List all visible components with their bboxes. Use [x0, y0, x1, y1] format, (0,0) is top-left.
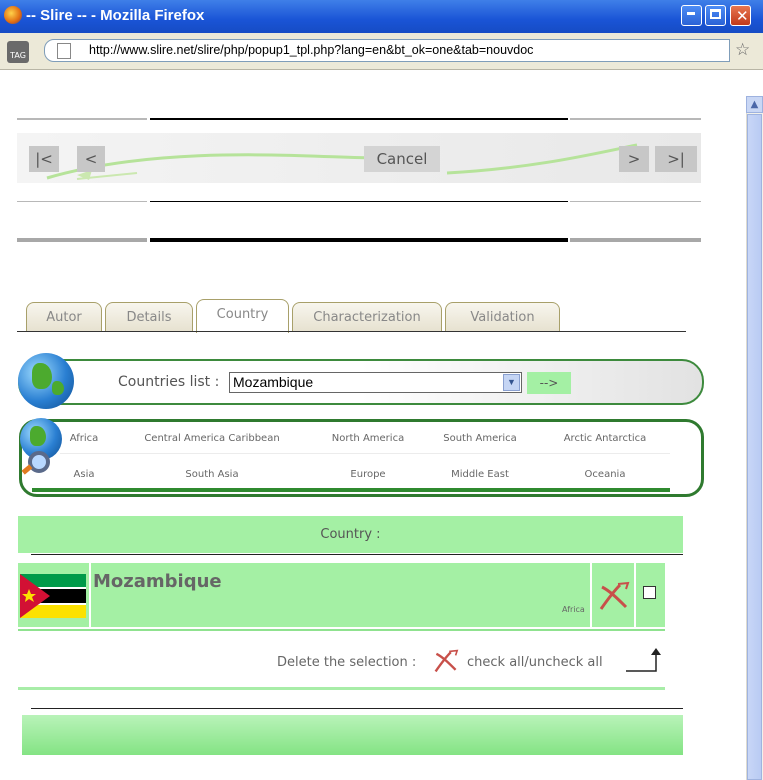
region-south-america[interactable]: South America [425, 433, 535, 444]
scrollbar-thumb[interactable] [747, 114, 762, 780]
region-oceania[interactable]: Oceania [545, 469, 665, 480]
mozambique-flag-icon [20, 574, 86, 618]
divider [31, 554, 683, 555]
tab-underline [17, 331, 686, 332]
divider [570, 201, 701, 202]
navigation-toolbar: TAG http://www.slire.net/slire/php/popup… [0, 33, 763, 70]
cancel-button[interactable]: Cancel [364, 146, 440, 172]
footer-bar [22, 715, 683, 755]
divider [17, 118, 147, 120]
cell-separator [89, 563, 91, 627]
delete-selection-label: Delete the selection : [277, 655, 417, 670]
url-text[interactable]: http://www.slire.net/slire/php/popup1_tp… [89, 43, 533, 57]
regions-bottom-bar [32, 488, 670, 492]
globe-icon [18, 353, 74, 409]
divider [150, 118, 568, 120]
divider [31, 708, 683, 709]
countries-list-label: Countries list : [118, 374, 220, 390]
country-region: Africa [562, 605, 585, 614]
region-arctic-antarctica[interactable]: Arctic Antarctica [545, 433, 665, 444]
region-europe[interactable]: Europe [318, 469, 418, 480]
regions-divider [60, 453, 670, 454]
window-titlebar[interactable]: -- Slire -- - Mozilla Firefox ✕ [0, 0, 763, 33]
tab-autor[interactable]: Autor [26, 302, 102, 332]
check-all-toggle[interactable]: check all/uncheck all [467, 655, 603, 670]
page-icon [57, 43, 71, 59]
scroll-up-button[interactable]: ▲ [746, 96, 763, 113]
regions-panel [19, 419, 704, 497]
window-title: -- Slire -- - Mozilla Firefox [26, 7, 205, 24]
chevron-down-icon[interactable]: ▼ [503, 374, 520, 391]
divider [570, 238, 701, 242]
cell-separator [634, 563, 636, 627]
tab-country[interactable]: Country [196, 299, 289, 333]
url-field[interactable]: http://www.slire.net/slire/php/popup1_tp… [44, 39, 730, 62]
delete-selection-icon[interactable] [433, 649, 459, 679]
country-select-value: Mozambique [233, 374, 314, 390]
tag-icon[interactable]: TAG [7, 41, 29, 63]
tab-validation[interactable]: Validation [445, 302, 560, 332]
country-select[interactable]: Mozambique ▼ [229, 372, 522, 393]
country-table-header: Country : [18, 516, 683, 553]
record-navigation [17, 133, 701, 183]
minimize-button[interactable] [681, 5, 702, 26]
tab-details[interactable]: Details [105, 302, 193, 332]
divider [150, 201, 568, 202]
country-name: Mozambique [93, 571, 222, 592]
delete-icon[interactable] [598, 581, 630, 617]
close-button[interactable]: ✕ [730, 5, 751, 26]
region-middle-east[interactable]: Middle East [425, 469, 535, 480]
divider [150, 238, 568, 242]
region-south-asia[interactable]: South Asia [117, 469, 307, 480]
divider [18, 629, 665, 631]
tab-characterization[interactable]: Characterization [292, 302, 442, 332]
next-record-button[interactable]: > [619, 146, 649, 172]
cell-separator [590, 563, 592, 627]
bookmark-star-icon[interactable]: ☆ [735, 40, 750, 60]
firefox-icon [4, 6, 22, 24]
divider [17, 238, 147, 242]
region-north-america[interactable]: North America [318, 433, 418, 444]
divider [570, 118, 701, 120]
region-africa[interactable]: Africa [62, 433, 106, 444]
maximize-button[interactable] [705, 5, 726, 26]
row-checkbox[interactable] [643, 586, 656, 599]
divider [18, 687, 665, 690]
region-central-america-caribbean[interactable]: Central America Caribbean [117, 433, 307, 444]
divider [17, 201, 147, 202]
region-asia[interactable]: Asia [62, 469, 106, 480]
first-record-button[interactable]: |< [29, 146, 59, 172]
arrow-up-icon[interactable] [624, 648, 664, 672]
magnifier-icon [28, 451, 50, 473]
add-country-button[interactable]: --> [527, 372, 571, 394]
last-record-button[interactable]: >| [655, 146, 697, 172]
previous-record-button[interactable]: < [77, 146, 105, 172]
